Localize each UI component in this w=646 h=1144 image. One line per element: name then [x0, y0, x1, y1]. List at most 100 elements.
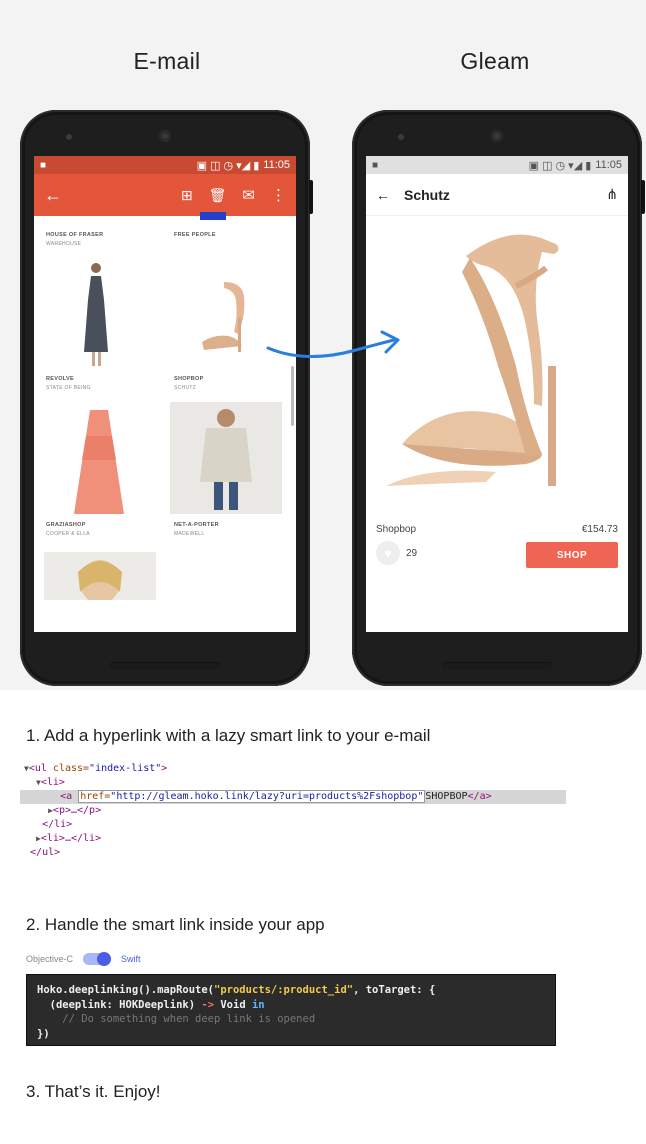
dom-tag: <ul	[28, 763, 53, 774]
back-arrow-icon[interactable]: ←	[376, 187, 390, 203]
dom-tag: <a	[60, 791, 79, 802]
settings-icon[interactable]: ●	[189, 600, 197, 616]
product-designer: SCHUTZ	[174, 385, 197, 391]
product-designer: MADEWELL	[174, 531, 205, 537]
product-brand: REVOLVE	[46, 376, 74, 382]
email-screen: ■ ▣ ◫ ◷ ▾◢ ▮ 11:05 ← ⊞ 🗑 ✉ ⋮ HOUSE OF FR…	[34, 156, 296, 632]
product-brand: GRAZIASHOP	[46, 522, 86, 528]
product-designer: COOPER & ELLA	[46, 531, 90, 537]
sandal-image[interactable]	[194, 276, 264, 356]
shop-button[interactable]: SHOP	[526, 542, 618, 568]
mail-icon[interactable]: ✉	[242, 186, 255, 204]
code-line: (deeplink: HOKDeeplink) -> Void in	[37, 998, 545, 1013]
gleam-phone: ■ ▣ ◫ ◷ ▾◢ ▮ 11:05 ← Schutz ⋔ Shopbop €1…	[352, 110, 645, 686]
product-card[interactable]: SHOPBOP SCHUTZ	[174, 376, 204, 391]
product-card[interactable]: NET-A-PORTER MADEWELL	[174, 522, 219, 537]
power-button	[309, 180, 313, 214]
product-card[interactable]: FREE PEOPLE	[174, 232, 216, 238]
code-text: , toTarget: {	[353, 984, 436, 996]
code-line: })	[37, 1027, 545, 1042]
objc-label[interactable]: Objective-C	[26, 954, 73, 964]
dom-row[interactable]: ▶<p>…</p>	[24, 804, 492, 818]
status-time: 11:05	[263, 159, 290, 171]
gleam-heading: Gleam	[460, 48, 530, 74]
language-switch[interactable]	[83, 952, 112, 966]
product-brand: FREE PEOPLE	[174, 232, 216, 238]
code-line: // Do something when deep link is opened	[37, 1012, 545, 1027]
share-icon[interactable]: ⋔	[606, 186, 618, 203]
back-arrow-icon[interactable]: ←	[44, 185, 62, 206]
phone-speaker	[110, 662, 220, 670]
phone-speaker	[442, 662, 552, 670]
volume-icon[interactable]: ◀)	[496, 600, 511, 617]
dom-row[interactable]: ▼<ul class="index-list">	[24, 762, 492, 776]
fullscreen-icon[interactable]	[207, 600, 224, 616]
phone-sensor	[398, 134, 404, 140]
dom-tag: >	[161, 763, 168, 774]
phone-camera	[159, 130, 171, 142]
play-icon[interactable]	[52, 599, 66, 617]
product-designer: WAREHOUSE	[46, 241, 82, 247]
play-icon[interactable]	[384, 599, 398, 617]
dom-row-selected[interactable]: <a href="http://gleam.hoko.link/lazy?uri…	[20, 790, 566, 804]
code-operator: ->	[201, 998, 215, 1011]
code-keyword: in	[251, 998, 265, 1011]
product-card[interactable]: HOUSE OF FRASER WAREHOUSE	[46, 232, 103, 247]
dom-row[interactable]: ▶<li>…</li>	[24, 832, 492, 846]
dom-row[interactable]: </ul>	[24, 846, 492, 860]
phone-sensor	[66, 134, 72, 140]
coat-image[interactable]	[170, 402, 282, 514]
step-1-title: 1. Add a hyperlink with a lazy smart lin…	[26, 726, 431, 745]
product-designer: STATE OF BEING	[46, 385, 91, 391]
status-bar: ■ ▣ ◫ ◷ ▾◢ ▮ 11:05	[34, 156, 296, 174]
add-icon[interactable]: ⊞	[181, 187, 193, 204]
store-name: Shopbop	[376, 524, 417, 535]
email-phone: ■ ▣ ◫ ◷ ▾◢ ▮ 11:05 ← ⊞ 🗑 ✉ ⋮ HOUSE OF FR…	[20, 110, 313, 686]
settings-icon[interactable]: ●	[521, 600, 529, 616]
more-icon[interactable]: ⋮	[271, 186, 286, 204]
dom-row[interactable]: ▼<li>	[24, 776, 492, 790]
seek-slider[interactable]	[408, 601, 452, 615]
product-grid: HOUSE OF FRASER WAREHOUSE FREE PEOPLE RE…	[34, 212, 296, 632]
dom-attr: href=	[80, 791, 111, 802]
dom-tag: </a>	[467, 791, 492, 802]
product-card[interactable]: REVOLVE STATE OF BEING	[46, 376, 91, 391]
href-edit-box[interactable]: href="http://gleam.hoko.link/lazy?uri=pr…	[78, 790, 426, 803]
dom-tag: </ul>	[30, 847, 61, 858]
fullscreen-icon[interactable]	[539, 600, 556, 616]
swift-label[interactable]: Swift	[121, 954, 141, 964]
video-controls: 0:05 ◀) ●	[38, 594, 292, 622]
code-text: })	[37, 1027, 50, 1040]
page-title: Schutz	[404, 186, 450, 203]
volume-icon[interactable]: ◀)	[164, 600, 179, 617]
power-button	[641, 180, 645, 214]
video-time: 0:12	[462, 601, 487, 615]
dom-row[interactable]: </li>	[24, 818, 492, 832]
gleam-screen: ■ ▣ ◫ ◷ ▾◢ ▮ 11:05 ← Schutz ⋔ Shopbop €1…	[366, 156, 628, 632]
signal-icons: ▣ ◫ ◷ ▾◢ ▮	[196, 159, 260, 172]
email-heading: E-mail	[133, 48, 201, 74]
flow-arrow-icon	[266, 330, 400, 358]
dark-dress-image[interactable]	[74, 260, 118, 370]
dom-inspector: ▼<ul class="index-list"> ▼<li> <a href="…	[20, 762, 566, 860]
product-card[interactable]: GRAZIASHOP COOPER & ELLA	[46, 522, 90, 537]
heart-icon[interactable]: ♥	[376, 541, 400, 565]
product-brand: NET-A-PORTER	[174, 522, 219, 528]
seek-slider[interactable]	[76, 601, 120, 615]
gleam-toolbar: ← Schutz ⋔	[366, 174, 628, 216]
product-brand: HOUSE OF FRASER	[46, 232, 104, 238]
video-time: 0:05	[130, 601, 155, 615]
dom-tag: </li>	[42, 819, 73, 830]
dom-tag: <p>…</p>	[52, 805, 102, 816]
scrollbar[interactable]	[291, 366, 294, 426]
dom-tag: <li>	[40, 777, 65, 788]
code-snippet: Hoko.deeplinking().mapRoute("products/:p…	[26, 974, 556, 1046]
code-text: Void	[214, 998, 252, 1011]
signal-icons: ▣ ◫ ◷ ▾◢ ▮	[528, 159, 592, 172]
pink-dress-image[interactable]	[64, 406, 134, 518]
price: €154.73	[581, 524, 618, 535]
dom-tag: <li>…</li>	[40, 833, 102, 844]
code-string: "products/:product_id"	[214, 984, 354, 996]
delete-icon[interactable]: 🗑	[209, 187, 227, 204]
model-image-partial[interactable]	[44, 552, 156, 600]
